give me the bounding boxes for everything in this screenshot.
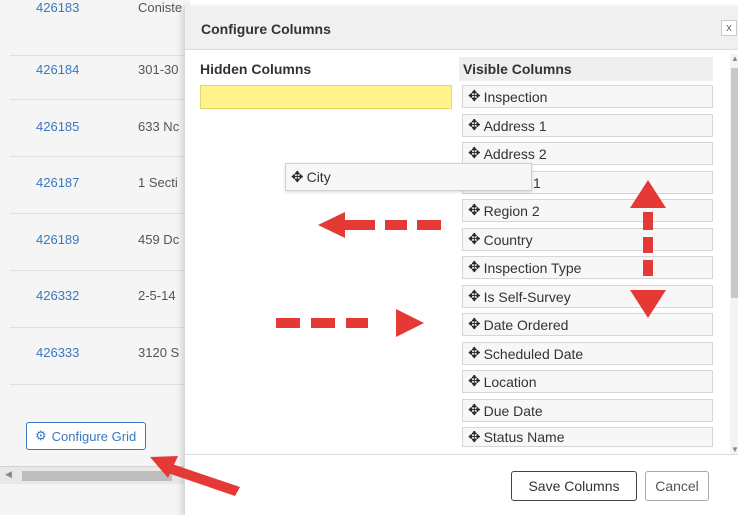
visible-column-item[interactable]: ✥ Location: [462, 370, 713, 393]
configure-columns-modal: Configure Columns x Hidden Columns Visib…: [184, 6, 738, 515]
visible-column-item[interactable]: ✥ Due Date: [462, 399, 713, 422]
hidden-columns-drop-zone[interactable]: [200, 85, 452, 109]
move-icon[interactable]: ✥: [468, 89, 481, 104]
row-id-link[interactable]: 426332: [36, 288, 79, 303]
modal-footer: Save Columns Cancel: [185, 454, 738, 515]
move-icon[interactable]: ✥: [468, 317, 481, 332]
column-label: Date Ordered: [483, 316, 569, 333]
visible-column-item[interactable]: ✥ Scheduled Date: [462, 342, 713, 365]
scroll-down-icon[interactable]: ▼: [731, 445, 738, 454]
visible-column-item[interactable]: ✥ Address 1: [462, 114, 713, 137]
column-label: 1: [533, 174, 541, 191]
grid-row[interactable]: 426332 2-5-14: [10, 272, 190, 328]
column-label: Country: [483, 231, 533, 248]
move-icon[interactable]: ✥: [291, 170, 304, 185]
column-label: City: [306, 169, 331, 185]
column-label: Address 1: [483, 117, 547, 134]
modal-title: Configure Columns: [201, 21, 331, 37]
column-label: Scheduled Date: [483, 345, 584, 362]
row-id-link[interactable]: 426185: [36, 119, 79, 134]
visible-column-item[interactable]: ✥ Is Self-Survey: [462, 285, 713, 308]
row-id-link[interactable]: 426183: [36, 0, 79, 15]
hidden-columns-heading: Hidden Columns: [200, 61, 312, 77]
dragging-column-item[interactable]: ✥ City: [285, 163, 532, 191]
grid-row[interactable]: 426333 3120 S: [10, 329, 190, 385]
move-icon[interactable]: ✥: [468, 346, 481, 361]
visible-column-item[interactable]: ✥ Region 2: [462, 199, 713, 222]
visible-column-item[interactable]: ✥ Inspection Type: [462, 256, 713, 279]
configure-grid-label: Configure Grid: [51, 428, 137, 444]
visible-column-item[interactable]: ✥ Status Name: [462, 427, 713, 447]
move-icon[interactable]: ✥: [468, 203, 481, 218]
column-label: Location: [483, 373, 537, 390]
scrollbar-thumb[interactable]: [731, 68, 738, 298]
vertical-scrollbar[interactable]: ▲ ▼: [730, 54, 738, 454]
move-icon[interactable]: ✥: [468, 146, 481, 161]
move-icon[interactable]: ✥: [468, 403, 481, 418]
column-label: Status Name: [483, 429, 565, 445]
move-icon[interactable]: ✥: [468, 289, 481, 304]
row-address: Coniste: [138, 0, 183, 15]
row-id-link[interactable]: 426333: [36, 345, 79, 360]
close-icon[interactable]: x: [721, 20, 737, 36]
visible-column-item[interactable]: ✥ Country: [462, 228, 713, 251]
gear-icon: ⚙: [35, 428, 47, 443]
move-icon[interactable]: ✥: [468, 232, 481, 247]
column-label: Inspection: [483, 88, 548, 105]
scrollbar-thumb[interactable]: [22, 471, 172, 481]
column-label: Inspection Type: [483, 259, 582, 276]
column-label: Due Date: [483, 402, 543, 419]
configure-grid-button[interactable]: ⚙ Configure Grid: [26, 422, 146, 450]
column-label: Is Self-Survey: [483, 288, 571, 305]
horizontal-scrollbar[interactable]: ◀: [0, 466, 185, 484]
scroll-up-icon[interactable]: ▲: [731, 54, 738, 63]
move-icon[interactable]: ✥: [468, 430, 481, 445]
row-address: 2-5-14: [138, 288, 176, 303]
row-address: 3120 S: [138, 345, 180, 360]
row-id-link[interactable]: 426189: [36, 232, 79, 247]
move-icon[interactable]: ✥: [468, 118, 481, 133]
save-columns-button[interactable]: Save Columns: [511, 471, 637, 501]
row-address: 633 Nc: [138, 119, 180, 134]
grid-row[interactable]: 426187 1 Secti: [10, 158, 190, 214]
row-address: 301-30: [138, 62, 179, 77]
grid-row[interactable]: 426185 633 Nc: [10, 101, 190, 157]
grid-row[interactable]: 426189 459 Dc: [10, 215, 190, 271]
visible-columns-heading: Visible Columns: [459, 57, 713, 81]
visible-column-item[interactable]: ✥ Inspection: [462, 85, 713, 108]
visible-column-item[interactable]: ✥ Date Ordered: [462, 313, 713, 336]
move-icon[interactable]: ✥: [468, 374, 481, 389]
modal-header: Configure Columns x: [185, 6, 738, 50]
scroll-left-icon[interactable]: ◀: [5, 469, 12, 480]
column-label: Address 2: [483, 145, 547, 162]
column-label: Region 2: [483, 202, 540, 219]
grid-row[interactable]: 426184 301-30: [10, 44, 190, 100]
background-grid: 426183 Coniste 426184 301-30 426185 633 …: [0, 0, 190, 515]
row-address: 459 Dc: [138, 232, 180, 247]
visible-column-item[interactable]: ✥ Address 2: [462, 142, 713, 165]
cancel-button[interactable]: Cancel: [645, 471, 709, 501]
move-icon[interactable]: ✥: [468, 260, 481, 275]
row-address: 1 Secti: [138, 175, 178, 190]
row-id-link[interactable]: 426187: [36, 175, 79, 190]
row-id-link[interactable]: 426184: [36, 62, 79, 77]
